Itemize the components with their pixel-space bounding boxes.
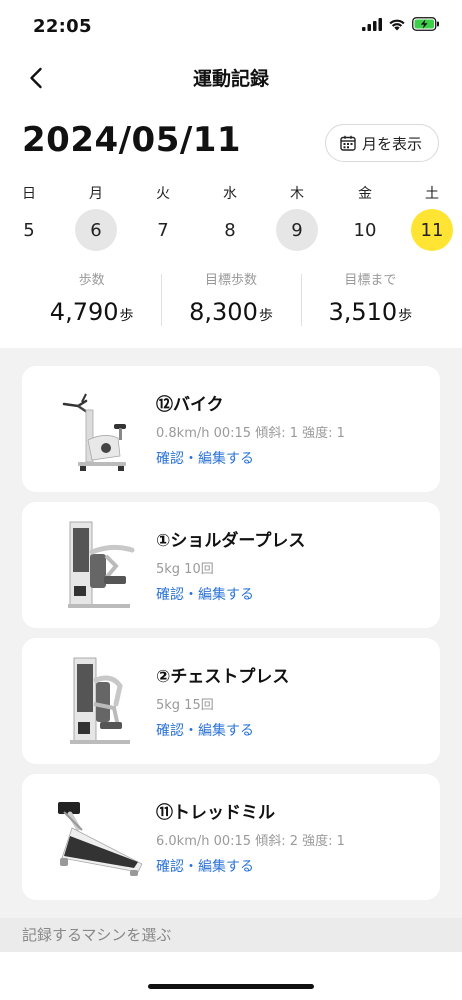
day-number: 7 <box>157 219 169 241</box>
status-time: 22:05 <box>33 16 92 37</box>
stat-remaining: 目標まで 3,510歩 <box>300 270 440 330</box>
record-list: ⑫バイク 0.8km/h 00:15 傾斜: 1 強度: 1 確認・編集する ①… <box>0 348 462 918</box>
record-detail: 5kg 10回 <box>156 562 214 577</box>
stat-value: 8,300歩 <box>161 298 300 326</box>
weekday-label: 月 <box>89 186 103 202</box>
week-day-sun[interactable]: 日 5 <box>7 183 51 251</box>
shoulder-press-machine-image <box>68 521 135 608</box>
day-number-selected: 11 <box>411 209 453 251</box>
battery-charging-icon <box>412 17 439 31</box>
weekday-label: 金 <box>358 186 372 202</box>
stat-value: 3,510歩 <box>301 298 440 326</box>
stat-unit: 歩 <box>258 308 273 324</box>
show-month-button[interactable]: 月を表示 <box>324 124 439 162</box>
week-day-mon[interactable]: 月 6 <box>74 183 118 251</box>
signal-icon <box>362 17 382 31</box>
calendar-icon <box>340 135 356 151</box>
day-number: 8 <box>224 219 236 241</box>
record-card-shoulder-press[interactable]: ①ショルダープレス 5kg 10回 確認・編集する <box>22 502 440 628</box>
stat-number: 4,790 <box>49 298 119 326</box>
stat-label: 目標歩数 <box>204 273 257 288</box>
edit-record-link[interactable]: 確認・編集する <box>156 584 254 604</box>
page-title: 運動記録 <box>192 68 269 90</box>
record-title: ⑫バイク <box>156 395 224 415</box>
weekday-label: 水 <box>223 186 237 202</box>
week-day-wed[interactable]: 水 8 <box>208 183 252 251</box>
week-day-tue[interactable]: 火 7 <box>141 183 185 251</box>
record-detail: 6.0km/h 00:15 傾斜: 2 強度: 1 <box>156 834 345 849</box>
edit-record-link[interactable]: 確認・編集する <box>156 448 254 468</box>
select-machine-button[interactable]: 記録するマシンを選ぶ <box>0 918 462 952</box>
week-day-sat[interactable]: 土 11 <box>410 183 454 251</box>
stat-label: 歩数 <box>78 273 105 288</box>
treadmill-machine-image <box>58 802 143 876</box>
chest-press-machine-image <box>70 657 130 744</box>
record-title: ①ショルダープレス <box>156 531 306 551</box>
stat-unit: 歩 <box>119 308 134 324</box>
week-day-thu[interactable]: 木 9 <box>275 183 319 251</box>
stat-label: 目標まで <box>344 273 397 288</box>
record-card-bike[interactable]: ⑫バイク 0.8km/h 00:15 傾斜: 1 強度: 1 確認・編集する <box>22 366 440 492</box>
record-title: ⑪トレッドミル <box>156 803 275 823</box>
status-bar: 22:05 <box>0 0 462 54</box>
record-detail: 0.8km/h 00:15 傾斜: 1 強度: 1 <box>156 426 345 441</box>
record-title: ②チェストプレス <box>156 667 290 687</box>
nav-bar: 運動記録 <box>0 54 462 102</box>
bike-machine-image <box>62 393 126 471</box>
stat-steps: 歩数 4,790歩 <box>22 270 161 330</box>
stat-number: 3,510 <box>328 298 398 326</box>
stat-unit: 歩 <box>398 308 413 324</box>
edit-record-link[interactable]: 確認・編集する <box>156 720 254 740</box>
day-number: 5 <box>23 219 35 241</box>
weekday-label: 火 <box>156 186 170 202</box>
record-card-chest-press[interactable]: ②チェストプレス 5kg 15回 確認・編集する <box>22 638 440 764</box>
home-indicator[interactable] <box>148 984 314 989</box>
record-detail: 5kg 15回 <box>156 698 214 713</box>
step-stats: 歩数 4,790歩 目標歩数 8,300歩 目標まで 3,510歩 <box>22 270 440 330</box>
day-number: 10 <box>353 219 377 241</box>
weekday-label: 日 <box>22 186 36 202</box>
day-number: 9 <box>276 209 318 251</box>
status-icons <box>362 17 440 31</box>
weekday-label: 木 <box>290 186 304 202</box>
record-card-treadmill[interactable]: ⑪トレッドミル 6.0km/h 00:15 傾斜: 2 強度: 1 確認・編集す… <box>22 774 440 900</box>
weekday-label: 土 <box>425 186 439 202</box>
show-month-label: 月を表示 <box>361 134 422 153</box>
stat-number: 8,300 <box>189 298 258 326</box>
stat-value: 4,790歩 <box>22 298 161 326</box>
selected-date: 2024/05/11 <box>22 120 242 160</box>
stat-goal-steps: 目標歩数 8,300歩 <box>161 270 300 330</box>
wifi-icon <box>389 19 405 30</box>
week-day-fri[interactable]: 金 10 <box>343 183 387 251</box>
edit-record-link[interactable]: 確認・編集する <box>156 856 254 876</box>
day-number: 6 <box>75 209 117 251</box>
